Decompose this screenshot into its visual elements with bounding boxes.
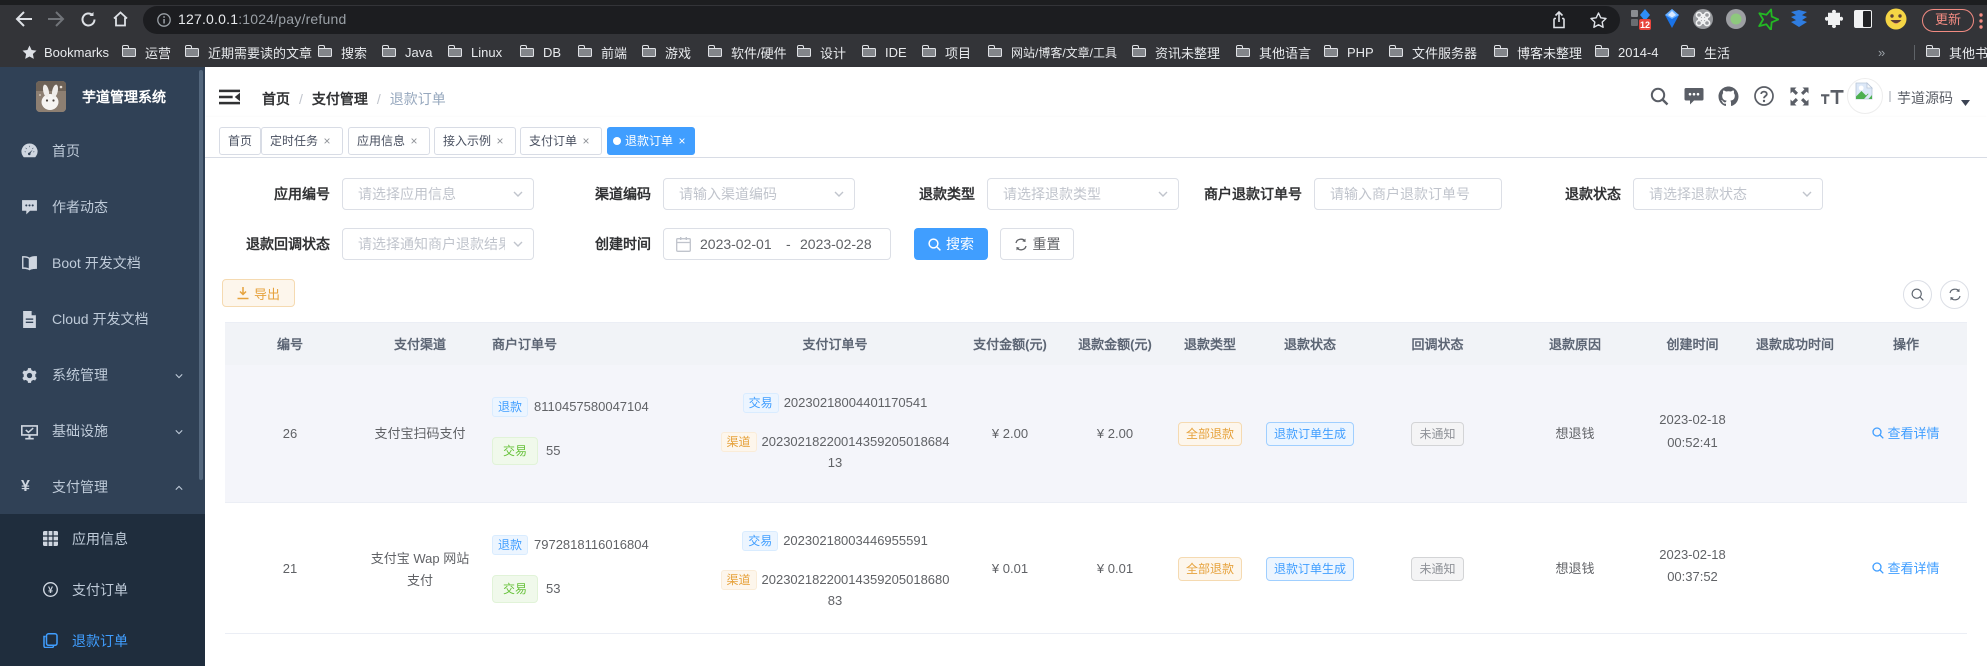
svg-text:¥: ¥ bbox=[48, 585, 53, 595]
svg-text:12: 12 bbox=[1640, 20, 1650, 30]
